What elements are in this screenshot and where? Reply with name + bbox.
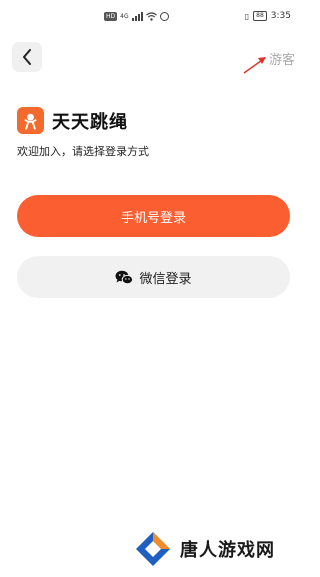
site-watermark: 唐人游戏网 xyxy=(134,530,275,568)
clock-time: 3:35 xyxy=(270,11,291,21)
back-button[interactable] xyxy=(12,42,42,72)
welcome-subtitle: 欢迎加入，请选择登录方式 xyxy=(17,145,149,158)
wifi-icon xyxy=(145,12,157,21)
red-arrow-annotation-icon xyxy=(243,57,266,74)
alarm-icon xyxy=(159,12,169,21)
wechat-login-label: 微信登录 xyxy=(139,271,192,287)
phone-login-label: 手机号登录 xyxy=(120,210,186,226)
watermark-text: 唐人游戏网 xyxy=(180,540,275,561)
guest-login-link[interactable]: 游客 xyxy=(269,49,295,68)
status-icons-left: HD 4G xyxy=(104,12,169,21)
brand-header: 天天跳绳 xyxy=(17,107,128,134)
phone-login-button[interactable]: 手机号登录 xyxy=(17,195,290,237)
status-icons-right: ▯ 88 3:35 xyxy=(245,11,291,21)
watermark-logo-icon xyxy=(136,532,170,566)
app-logo-icon xyxy=(17,107,44,134)
signal-icon xyxy=(131,12,143,21)
chevron-left-icon xyxy=(23,49,31,65)
hd-badge: HD xyxy=(104,12,118,21)
network-type-label: 4G xyxy=(120,13,129,20)
battery-icon: 88 xyxy=(253,11,267,21)
app-name: 天天跳绳 xyxy=(52,111,128,133)
wechat-icon xyxy=(115,270,134,284)
wechat-login-button[interactable]: 微信登录 xyxy=(17,256,290,298)
status-bar: HD 4G ▯ 88 3:35 xyxy=(0,0,309,36)
vibrate-icon: ▯ xyxy=(244,11,250,21)
